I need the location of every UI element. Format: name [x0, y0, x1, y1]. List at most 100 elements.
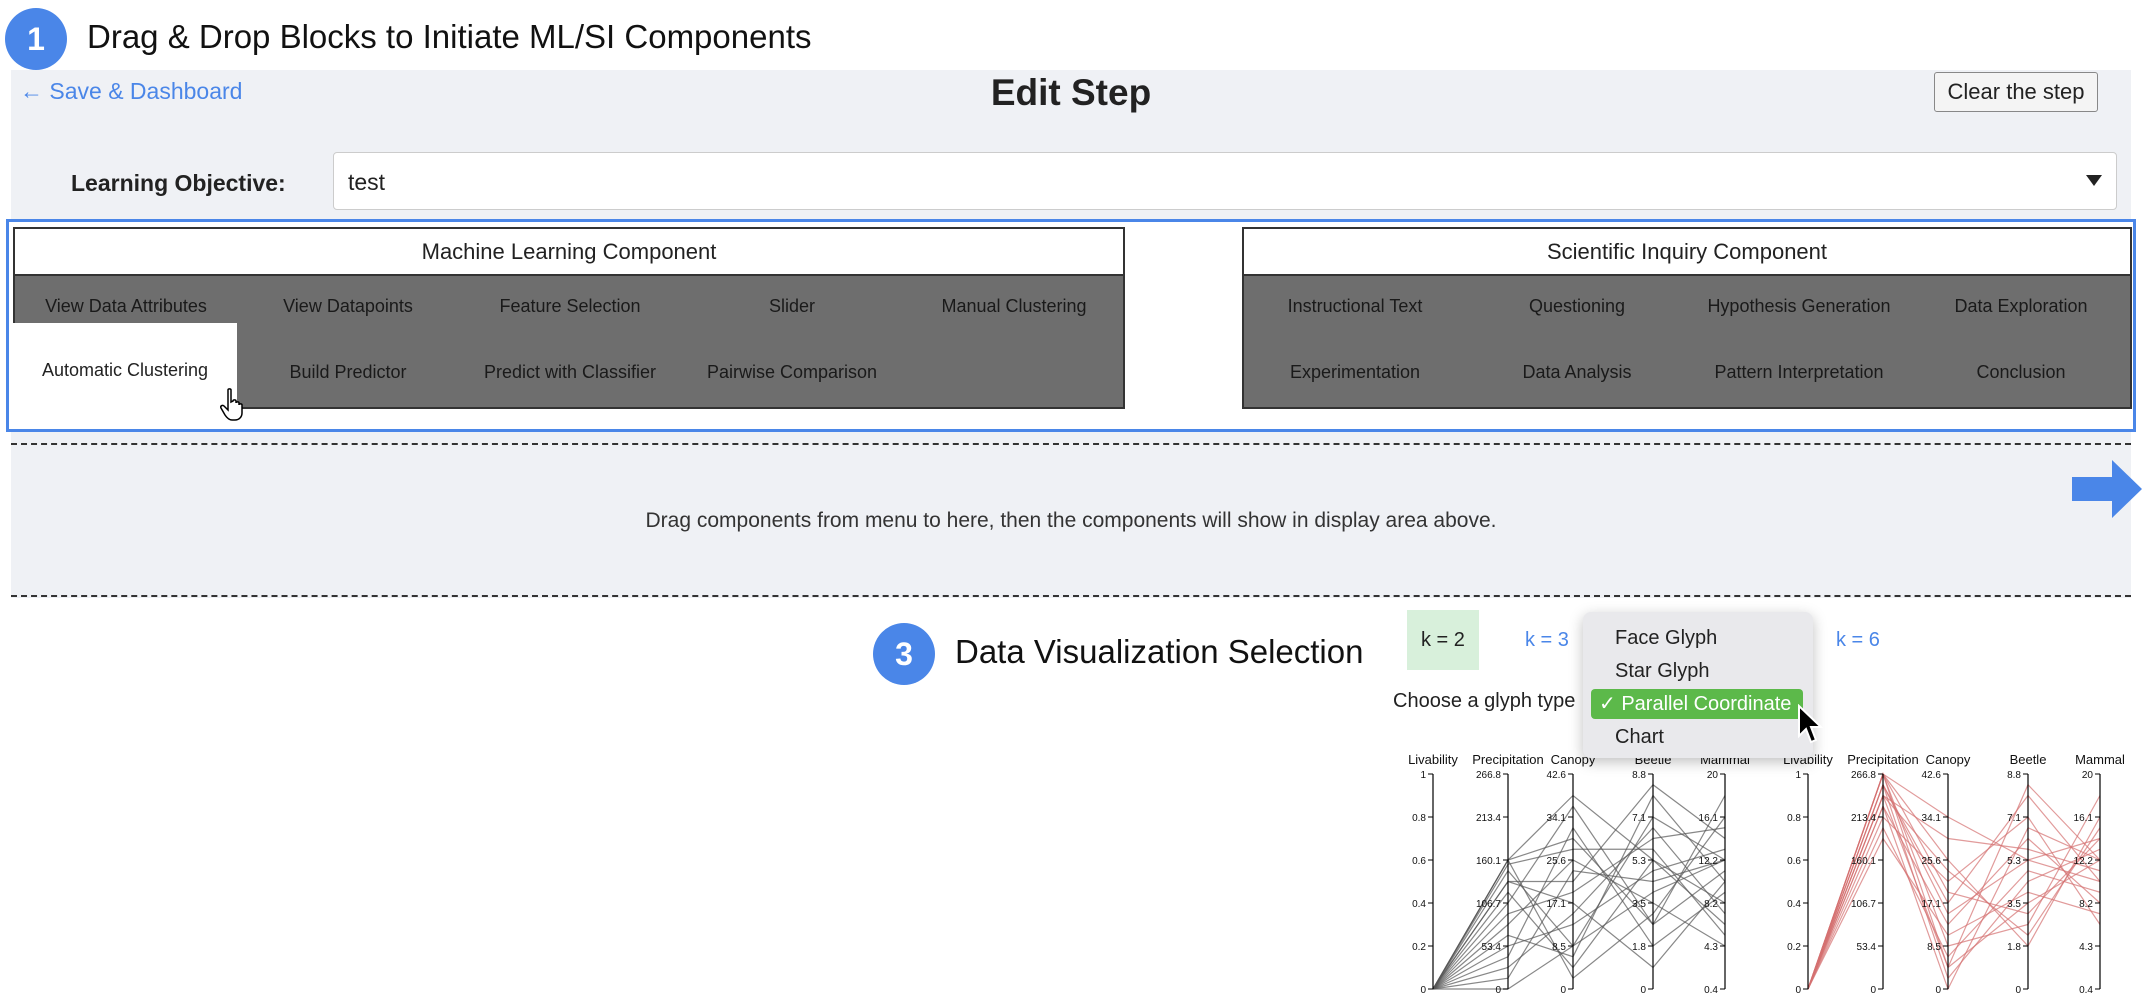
tick-label: 20 — [2082, 770, 2094, 781]
check-icon: ✓ — [1599, 693, 1616, 715]
block-build-predictor[interactable]: Build Predictor — [237, 362, 459, 383]
option-face-glyph[interactable]: Face Glyph — [1591, 623, 1803, 653]
tick-label: 213.4 — [1476, 813, 1501, 824]
learning-objective-select[interactable]: test — [333, 152, 2117, 210]
ml-component-title: Machine Learning Component — [15, 229, 1123, 276]
tick-label: 0.4 — [2079, 985, 2093, 996]
edit-step-panel: ← Save & Dashboard Edit Step Clear the s… — [6, 70, 2136, 598]
data-line — [1807, 804, 2101, 991]
tick-label: 7.1 — [2007, 813, 2021, 824]
tick-label: 25.6 — [1922, 856, 1942, 867]
tick-label: 0 — [1495, 985, 1501, 996]
tick-label: 1.8 — [2007, 942, 2021, 953]
si-component-panel: Scientific Inquiry Component Instruction… — [1242, 227, 2132, 409]
axis-label: Canopy — [1926, 752, 1971, 767]
data-line — [1807, 794, 2101, 990]
tick-label: 5.3 — [1632, 856, 1646, 867]
tick-label: 0 — [1640, 985, 1646, 996]
block-conclusion[interactable]: Conclusion — [1910, 362, 2132, 383]
tick-label: 16.1 — [1699, 813, 1719, 824]
tick-label: 3.5 — [1632, 899, 1646, 910]
tick-label: 25.6 — [1547, 856, 1567, 867]
tick-label: 42.6 — [1547, 770, 1567, 781]
tick-label: 1 — [1795, 770, 1801, 781]
tick-label: 0.4 — [1412, 899, 1426, 910]
option-parallel-coordinate-label: Parallel Coordinate — [1621, 693, 1792, 715]
axis-label: Beetle — [2010, 752, 2047, 767]
tick-label: 160.1 — [1851, 856, 1876, 867]
tick-label: 3.5 — [2007, 899, 2021, 910]
tick-label: 0.6 — [1412, 856, 1426, 867]
tick-label: 0.4 — [1787, 899, 1801, 910]
tick-label: 0 — [1935, 985, 1941, 996]
tick-label: 8.2 — [1704, 899, 1718, 910]
polylines — [1807, 772, 2101, 991]
block-questioning[interactable]: Questioning — [1466, 296, 1688, 317]
tick-label: 106.7 — [1476, 899, 1501, 910]
tick-label: 34.1 — [1547, 813, 1567, 824]
tick-label: 0 — [1795, 985, 1801, 996]
tick-label: 8.8 — [1632, 770, 1646, 781]
learning-objective-value: test — [348, 169, 386, 195]
option-parallel-coordinate[interactable]: ✓ Parallel Coordinate — [1591, 689, 1803, 719]
block-data-exploration[interactable]: Data Exploration — [1910, 296, 2132, 317]
block-hypothesis-generation[interactable]: Hypothesis Generation — [1688, 296, 1910, 317]
block-pattern-interpretation[interactable]: Pattern Interpretation — [1688, 362, 1910, 383]
step-3-title: Data Visualization Selection — [955, 633, 1364, 670]
tick-label: 0.2 — [1412, 942, 1426, 953]
block-predict-with-classifier[interactable]: Predict with Classifier — [459, 362, 681, 383]
axis-label: Livability — [1408, 752, 1458, 767]
tab-k-2[interactable]: k = 2 — [1407, 610, 1479, 670]
option-star-glyph[interactable]: Star Glyph — [1591, 656, 1803, 686]
component-drop-zone[interactable]: Drag components from menu to here, then … — [11, 443, 2131, 597]
block-view-data-attributes[interactable]: View Data Attributes — [15, 296, 237, 317]
visualization-panel: k = 2 k = 3 k = 6 Choose a glyph type Li… — [1393, 610, 2142, 1004]
tick-label: 266.8 — [1476, 770, 1501, 781]
clear-step-button[interactable]: Clear the step — [1934, 72, 2098, 112]
tick-label: 0.6 — [1787, 856, 1801, 867]
tick-label: 53.4 — [1482, 942, 1502, 953]
block-instructional-text[interactable]: Instructional Text — [1244, 296, 1466, 317]
block-manual-clustering[interactable]: Manual Clustering — [903, 296, 1125, 317]
tab-k-6[interactable]: k = 6 — [1822, 610, 1894, 670]
si-component-title: Scientific Inquiry Component — [1244, 229, 2130, 276]
tick-label: 8.5 — [1552, 942, 1566, 953]
tab-k-3[interactable]: k = 3 — [1511, 610, 1583, 670]
tick-label: 4.3 — [1704, 942, 1718, 953]
caret-down-icon — [2086, 175, 2102, 186]
tick-label: 8.8 — [2007, 770, 2021, 781]
block-pairwise-comparison[interactable]: Pairwise Comparison — [681, 362, 903, 383]
parallel-coordinates-chart-cluster-2: Livability10.80.60.40.20Precipitation266… — [1783, 752, 2125, 996]
glyph-type-dropdown[interactable]: Face Glyph Star Glyph ✓ Parallel Coordin… — [1583, 612, 1813, 758]
tick-label: 16.1 — [2074, 813, 2094, 824]
step-3-badge: 3 — [873, 623, 935, 685]
tick-label: 7.1 — [1632, 813, 1646, 824]
step-1-title: Drag & Drop Blocks to Initiate ML/SI Com… — [87, 18, 812, 55]
axis-label: Precipitation — [1472, 752, 1544, 767]
block-experimentation[interactable]: Experimentation — [1244, 362, 1466, 383]
tick-label: 0 — [1870, 985, 1876, 996]
tick-label: 53.4 — [1857, 942, 1877, 953]
hand-cursor-icon — [220, 388, 243, 421]
tick-label: 20 — [1707, 770, 1719, 781]
tick-label: 8.2 — [2079, 899, 2093, 910]
tick-label: 5.3 — [2007, 856, 2021, 867]
step-1-badge: 1 — [5, 8, 67, 70]
option-chart[interactable]: Chart — [1591, 722, 1803, 752]
tick-label: 34.1 — [1922, 813, 1942, 824]
block-view-datapoints[interactable]: View Datapoints — [237, 296, 459, 317]
tick-label: 42.6 — [1922, 770, 1942, 781]
component-menu: Machine Learning Component View Data Att… — [6, 219, 2136, 432]
axis-label: Mammal — [2075, 752, 2125, 767]
ml-component-panel: Machine Learning Component View Data Att… — [13, 227, 1125, 425]
tick-label: 0.4 — [1704, 985, 1718, 996]
tick-label: 0 — [2015, 985, 2021, 996]
block-data-analysis[interactable]: Data Analysis — [1466, 362, 1688, 383]
tick-label: 17.1 — [1547, 899, 1567, 910]
block-slider[interactable]: Slider — [681, 296, 903, 317]
tick-label: 1.8 — [1632, 942, 1646, 953]
block-automatic-clustering[interactable]: Automatic Clustering — [13, 323, 237, 425]
data-line — [1807, 804, 2101, 990]
tick-label: 106.7 — [1851, 899, 1876, 910]
block-feature-selection[interactable]: Feature Selection — [459, 296, 681, 317]
